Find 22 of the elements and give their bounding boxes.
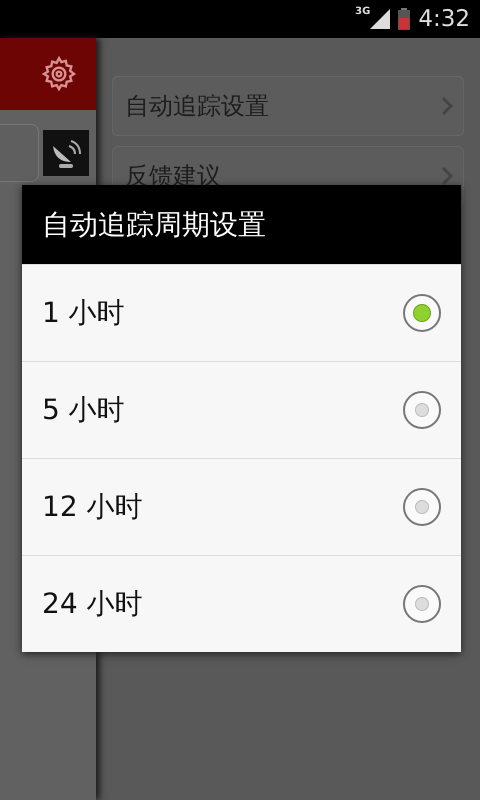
signal-icon xyxy=(370,9,390,29)
option-row[interactable]: 24 小时 xyxy=(22,555,461,652)
option-label: 5 小时 xyxy=(42,392,125,428)
option-label: 24 小时 xyxy=(42,586,143,622)
radio-button[interactable] xyxy=(403,585,441,623)
settings-icon[interactable] xyxy=(40,55,78,93)
chevron-icon xyxy=(441,96,453,116)
option-label: 12 小时 xyxy=(42,489,143,525)
radio-button[interactable] xyxy=(403,391,441,429)
radio-button[interactable] xyxy=(403,294,441,332)
option-row[interactable]: 12 小时 xyxy=(22,458,461,555)
clock-time: 4:32 xyxy=(418,6,470,32)
option-row[interactable]: 5 小时 xyxy=(22,361,461,458)
option-label: 1 小时 xyxy=(42,295,125,331)
radio-button[interactable] xyxy=(403,488,441,526)
chevron-icon xyxy=(441,166,453,186)
battery-icon xyxy=(398,8,410,30)
search-field[interactable] xyxy=(0,124,39,182)
satellite-button[interactable] xyxy=(43,130,89,176)
option-row[interactable]: 1 小时 xyxy=(22,264,461,361)
network-type: 3G xyxy=(355,6,370,17)
dialog-title: 自动追踪周期设置 xyxy=(22,185,461,264)
